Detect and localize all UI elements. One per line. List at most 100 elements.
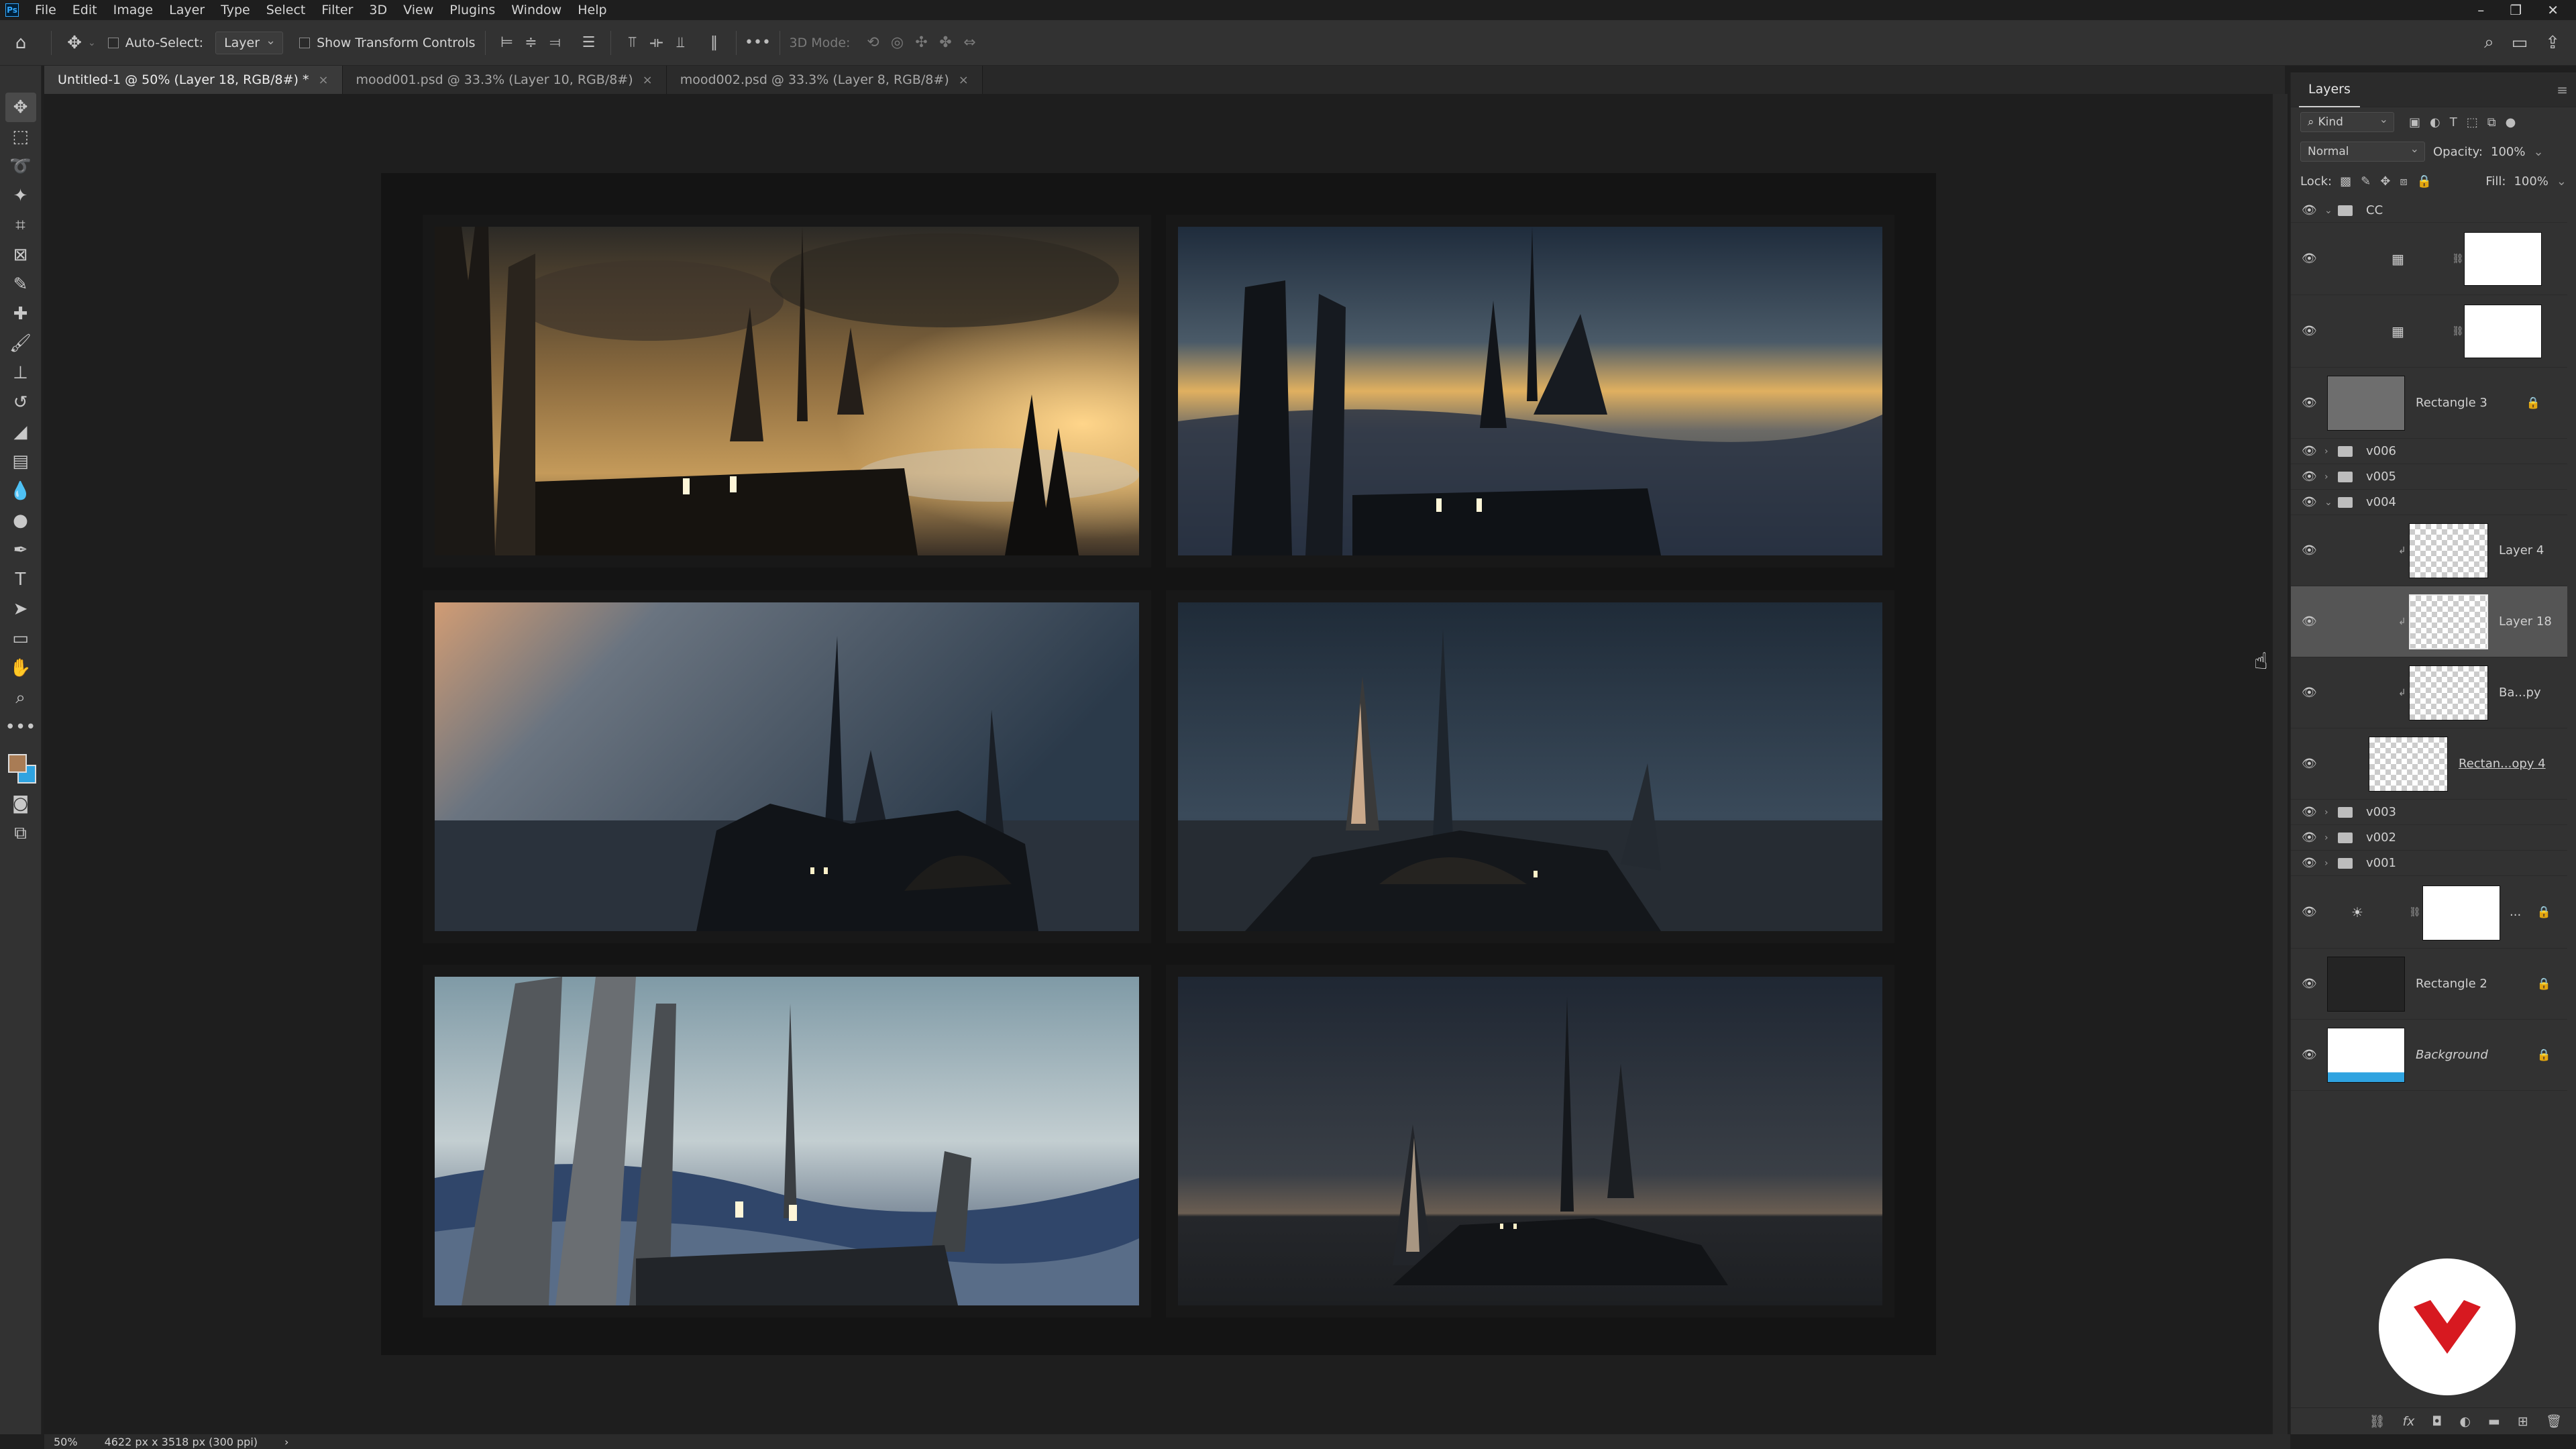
eye-icon[interactable]: 👁 bbox=[2302, 444, 2317, 458]
lock-position-icon[interactable]: ✥ bbox=[2380, 174, 2390, 189]
align-vertical-center-icon[interactable]: ⟛ bbox=[645, 31, 669, 55]
home-icon[interactable]: ⌂ bbox=[0, 33, 42, 53]
add-mask-icon[interactable]: ◘ bbox=[2432, 1414, 2442, 1429]
close-icon[interactable]: × bbox=[318, 73, 328, 87]
eraser-icon[interactable]: ◢ bbox=[5, 417, 36, 447]
color-swatches[interactable] bbox=[4, 751, 38, 789]
eye-icon[interactable]: 👁 bbox=[2302, 543, 2317, 557]
close-window-icon[interactable]: ✕ bbox=[2547, 2, 2559, 18]
canvas-area[interactable] bbox=[44, 94, 2285, 1434]
layer-adjustment-grid-2[interactable]: 👁 ▦ ⛓ bbox=[2291, 295, 2567, 368]
opacity-chevron-icon[interactable]: ⌄ bbox=[2533, 145, 2543, 159]
chevron-right-icon[interactable]: › bbox=[2324, 858, 2328, 869]
delete-layer-icon[interactable]: 🗑 bbox=[2546, 1413, 2562, 1429]
path-selection-icon[interactable]: ➤ bbox=[5, 594, 36, 624]
menu-filter[interactable]: Filter bbox=[313, 3, 361, 17]
close-icon[interactable]: × bbox=[959, 73, 969, 87]
eye-icon[interactable]: 👁 bbox=[2302, 470, 2317, 484]
blur-icon[interactable]: 💧 bbox=[5, 476, 36, 506]
distribute-vertical-icon[interactable]: ‖ bbox=[702, 31, 727, 55]
eyedropper-icon[interactable]: ✎ bbox=[5, 270, 36, 299]
auto-select-target-dropdown[interactable]: Layer bbox=[215, 31, 284, 54]
screen-mode-icon[interactable]: ⧉ bbox=[5, 818, 36, 848]
eye-icon[interactable]: 👁 bbox=[2302, 757, 2317, 771]
marquee-icon[interactable]: ⬚ bbox=[5, 122, 36, 152]
eye-icon[interactable]: 👁 bbox=[2302, 856, 2317, 870]
share-icon[interactable]: ⇪ bbox=[2545, 32, 2560, 53]
eye-icon[interactable]: 👁 bbox=[2302, 830, 2317, 845]
mood-tile-5[interactable] bbox=[423, 965, 1151, 1318]
menu-edit[interactable]: Edit bbox=[64, 3, 105, 17]
chevron-right-icon[interactable]: › bbox=[2324, 446, 2328, 457]
lock-pixels-icon[interactable]: ✎ bbox=[2361, 174, 2371, 189]
filter-pixel-icon[interactable]: ▣ bbox=[2409, 115, 2420, 129]
layer-rectangle-copy-4[interactable]: 👁 Rectan...opy 4 bbox=[2291, 729, 2567, 800]
canvas-vertical-scrollbar[interactable] bbox=[2273, 94, 2288, 1434]
mood-tile-6[interactable] bbox=[1166, 965, 1894, 1318]
menu-help[interactable]: Help bbox=[570, 3, 614, 17]
frame-icon[interactable]: ⊠ bbox=[5, 240, 36, 270]
chevron-right-icon[interactable]: › bbox=[2324, 472, 2328, 482]
chevron-right-icon[interactable]: › bbox=[2324, 807, 2328, 818]
zoom-icon[interactable]: ⌕ bbox=[5, 683, 36, 712]
chevron-down-icon[interactable]: ⌄ bbox=[88, 38, 96, 48]
show-transform-checkbox[interactable] bbox=[299, 37, 311, 48]
pan-3d-icon[interactable]: ✣ bbox=[909, 31, 933, 55]
eye-icon[interactable]: 👁 bbox=[2302, 977, 2317, 991]
history-brush-icon[interactable]: ↺ bbox=[5, 388, 36, 417]
distribute-horizontal-icon[interactable]: ☰ bbox=[577, 31, 601, 55]
filter-type-icon[interactable]: T bbox=[2450, 115, 2457, 129]
align-right-icon[interactable]: ⫤ bbox=[543, 31, 568, 55]
menu-select[interactable]: Select bbox=[258, 3, 314, 17]
quick-mask-icon[interactable]: ◙ bbox=[5, 789, 36, 818]
search-icon[interactable]: ⌕ bbox=[2484, 32, 2494, 53]
move-tool-preset-icon[interactable]: ✥ bbox=[61, 33, 88, 53]
photoshop-logo-icon[interactable]: Ps bbox=[5, 3, 19, 17]
zoom-level[interactable]: 50% bbox=[54, 1436, 78, 1448]
menu-image[interactable]: Image bbox=[105, 3, 162, 17]
more-options-icon[interactable]: ••• bbox=[745, 31, 771, 55]
move-icon[interactable]: ✥ bbox=[5, 93, 36, 122]
tab-mood002[interactable]: mood002.psd @ 33.3% (Layer 8, RGB/8#) × bbox=[666, 66, 983, 94]
mood-tile-2[interactable] bbox=[1166, 215, 1894, 568]
layer-group-v001[interactable]: 👁 › v001 bbox=[2291, 851, 2567, 876]
menu-plugins[interactable]: Plugins bbox=[441, 3, 503, 17]
layer-background-copy[interactable]: 👁 ↲ Ba...py bbox=[2291, 657, 2567, 729]
eye-icon[interactable]: 👁 bbox=[2302, 396, 2317, 410]
mood-tile-3[interactable] bbox=[423, 590, 1151, 943]
link-layers-icon[interactable]: ⛓ bbox=[2369, 1413, 2385, 1429]
layer-layer-18[interactable]: 👁 ↲ Layer 18 bbox=[2291, 586, 2567, 657]
eye-icon[interactable]: 👁 bbox=[2302, 805, 2317, 819]
eye-icon[interactable]: 👁 bbox=[2302, 324, 2317, 338]
scale-3d-icon[interactable]: ⇔ bbox=[957, 31, 981, 55]
menu-type[interactable]: Type bbox=[213, 3, 258, 17]
panel-menu-icon[interactable]: ≡ bbox=[2557, 82, 2568, 98]
align-bottom-icon[interactable]: ⫫ bbox=[669, 31, 693, 55]
menu-view[interactable]: View bbox=[395, 3, 441, 17]
layer-rectangle-3[interactable]: 👁 Rectangle 3 🔒 bbox=[2291, 368, 2567, 439]
gradient-icon[interactable]: ▤ bbox=[5, 447, 36, 476]
type-icon[interactable]: T bbox=[5, 565, 36, 594]
healing-brush-icon[interactable]: ✚ bbox=[5, 299, 36, 329]
align-left-icon[interactable]: ⊨ bbox=[495, 31, 519, 55]
align-top-icon[interactable]: ⫪ bbox=[621, 31, 645, 55]
layer-adjustment-grid-1[interactable]: 👁 ▦ ⛓ bbox=[2291, 223, 2567, 295]
rectangle-icon[interactable]: ▭ bbox=[5, 624, 36, 653]
layer-style-icon[interactable]: fx bbox=[2402, 1414, 2414, 1429]
fill-value[interactable]: 100% bbox=[2514, 174, 2548, 189]
layer-brightness-adjustment[interactable]: 👁 ☀ ⛓ ... 🔒 bbox=[2291, 876, 2567, 949]
menu-3d[interactable]: 3D bbox=[361, 3, 395, 17]
chevron-right-icon[interactable]: › bbox=[2324, 833, 2328, 843]
eye-icon[interactable]: 👁 bbox=[2302, 614, 2317, 629]
tab-layers[interactable]: Layers bbox=[2299, 72, 2360, 107]
layer-rectangle-2[interactable]: 👁 Rectangle 2 🔒 bbox=[2291, 949, 2567, 1020]
new-adjustment-icon[interactable]: ◐ bbox=[2459, 1414, 2471, 1429]
close-icon[interactable]: × bbox=[643, 73, 653, 87]
filter-toggle-icon[interactable]: ● bbox=[2506, 115, 2516, 129]
eye-icon[interactable]: 👁 bbox=[2302, 252, 2317, 266]
eye-icon[interactable]: 👁 bbox=[2302, 1048, 2317, 1062]
chevron-right-icon[interactable]: › bbox=[284, 1436, 288, 1448]
menu-window[interactable]: Window bbox=[503, 3, 570, 17]
tab-mood001[interactable]: mood001.psd @ 33.3% (Layer 10, RGB/8#) × bbox=[342, 66, 667, 94]
document-canvas[interactable] bbox=[381, 173, 1936, 1355]
